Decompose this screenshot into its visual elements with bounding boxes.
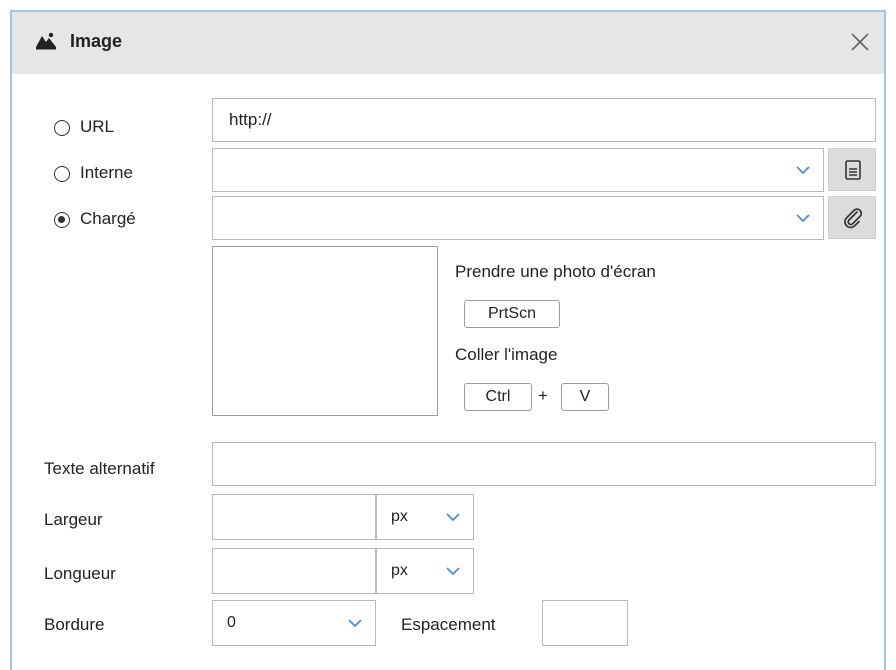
height-label: Longueur bbox=[44, 564, 116, 583]
image-icon bbox=[36, 32, 56, 50]
alt-text-input[interactable] bbox=[212, 442, 876, 486]
height-unit-value: px bbox=[391, 562, 408, 579]
width-label: Largeur bbox=[44, 510, 103, 529]
paste-label: Coller l'image bbox=[455, 345, 558, 364]
browse-internal-button[interactable] bbox=[828, 148, 876, 191]
interne-select[interactable] bbox=[212, 148, 824, 192]
height-input[interactable] bbox=[212, 548, 376, 594]
interne-label: Interne bbox=[80, 163, 133, 182]
height-unit-select[interactable]: px bbox=[376, 548, 474, 594]
url-label: URL bbox=[80, 117, 115, 136]
paperclip-icon bbox=[844, 208, 863, 229]
width-input[interactable] bbox=[212, 494, 376, 540]
v-key[interactable]: V bbox=[561, 383, 609, 411]
prtscn-key[interactable]: PrtScn bbox=[464, 300, 560, 328]
chevron-down-icon bbox=[348, 619, 362, 628]
charge-select[interactable] bbox=[212, 196, 824, 240]
width-unit-value: px bbox=[391, 508, 408, 525]
chevron-down-icon bbox=[796, 214, 810, 223]
plus-sign: + bbox=[538, 386, 548, 405]
url-input[interactable] bbox=[212, 98, 876, 142]
chevron-down-icon bbox=[446, 513, 460, 522]
ctrl-key[interactable]: Ctrl bbox=[464, 383, 532, 411]
chevron-down-icon bbox=[796, 166, 810, 175]
border-value: 0 bbox=[227, 614, 236, 631]
width-unit-select[interactable]: px bbox=[376, 494, 474, 540]
close-icon[interactable] bbox=[846, 28, 874, 56]
spacing-input[interactable] bbox=[542, 600, 628, 646]
url-radio[interactable] bbox=[54, 120, 70, 136]
alt-text-label: Texte alternatif bbox=[44, 459, 155, 478]
attach-file-button[interactable] bbox=[828, 196, 876, 239]
charge-label: Chargé bbox=[80, 209, 136, 228]
chevron-down-icon bbox=[446, 567, 460, 576]
charge-radio[interactable] bbox=[54, 212, 70, 228]
image-dialog: Image URL Interne Chargé Prendre un bbox=[10, 10, 886, 670]
dialog-titlebar: Image bbox=[12, 12, 884, 74]
image-preview bbox=[212, 246, 438, 416]
interne-radio[interactable] bbox=[54, 166, 70, 182]
screenshot-label: Prendre une photo d'écran bbox=[455, 262, 656, 281]
spacing-label: Espacement bbox=[401, 615, 496, 634]
border-select[interactable]: 0 bbox=[212, 600, 376, 646]
dialog-title: Image bbox=[70, 31, 123, 51]
document-icon bbox=[845, 160, 861, 180]
border-label: Bordure bbox=[44, 615, 105, 634]
